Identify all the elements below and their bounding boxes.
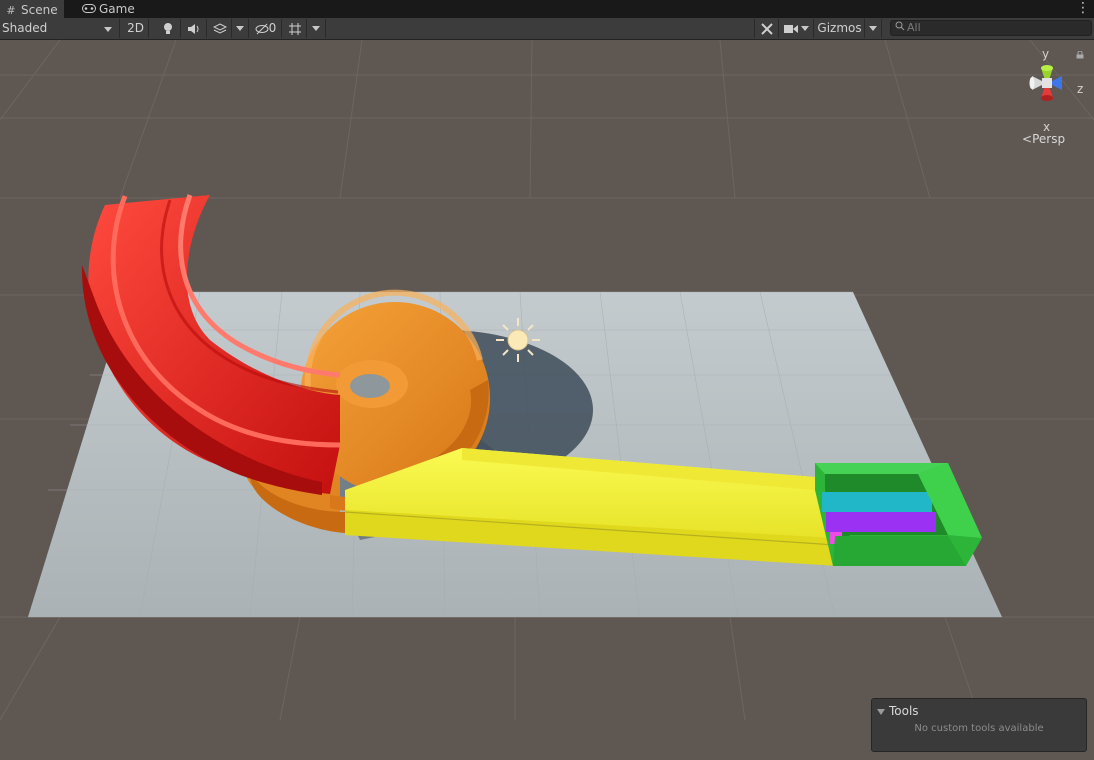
toggle-2d-label: 2D [127,21,144,35]
chevron-down-icon [104,27,112,32]
gizmos-dropdown[interactable] [865,19,882,38]
camera-icon [783,24,798,33]
draw-mode-dropdown[interactable]: Shaded [0,19,120,38]
tab-bar: # Scene Game ⋮ [0,0,1094,20]
scene-toolbar: Shaded 2D 0 Gizmos All [0,18,1094,40]
gamepad-icon [82,1,96,19]
search-icon [895,21,907,35]
projection-label: Persp [1032,132,1066,146]
gizmo-z-label: z [1077,82,1084,96]
search-input[interactable]: All [890,20,1092,36]
scene-canvas[interactable] [0,39,1094,760]
scene-visibility-button[interactable]: 0 [250,19,282,38]
grid-snap-icon [288,22,301,35]
tools-button[interactable] [754,19,779,38]
lock-icon[interactable] [1076,51,1084,59]
tools-empty-message: No custom tools available [914,723,1044,734]
visibility-icon [255,23,269,34]
tools-icon [760,22,773,35]
hidden-count: 0 [268,21,277,35]
lighting-icon [163,22,172,34]
chevron-down-icon [869,26,877,31]
gizmos-label: Gizmos [817,21,862,35]
chevron-down-icon [801,26,810,31]
projection-toggle[interactable]: <Persp [1022,132,1065,146]
effects-dropdown[interactable] [232,19,249,38]
green-box [815,463,982,566]
toggle-2d-button[interactable]: 2D [123,19,149,38]
chevron-down-icon [236,26,244,31]
tools-overlay[interactable]: Tools No custom tools available [871,698,1087,752]
chevron-left-icon: < [1022,132,1033,146]
grid-snap-button[interactable] [283,19,307,38]
audio-icon [188,23,199,34]
collapse-triangle-icon [877,708,885,715]
search-placeholder: All [907,21,921,34]
effects-button[interactable] [208,19,232,38]
audio-toggle-button[interactable] [182,19,207,38]
chevron-down-icon [312,26,320,31]
tools-overlay-title[interactable]: Tools [877,704,919,718]
draw-mode-label: Shaded [2,21,48,35]
tools-title-label: Tools [889,704,919,718]
effects-icon [212,22,227,34]
tab-game[interactable]: Game [78,0,141,18]
gizmo-y-label: y [1042,47,1050,61]
lighting-toggle-button[interactable] [155,19,181,38]
tab-game-label: Game [99,2,135,16]
camera-settings-button[interactable] [780,19,814,38]
tab-scene[interactable]: # Scene [0,0,64,20]
gizmos-button[interactable]: Gizmos [815,19,865,38]
tab-scene-label: Scene [21,3,58,17]
grid-dropdown[interactable] [307,19,326,38]
more-options-icon[interactable]: ⋮ [1076,0,1090,18]
scene-viewport[interactable]: y z x <Persp Tools No custom tools avail… [0,39,1094,760]
